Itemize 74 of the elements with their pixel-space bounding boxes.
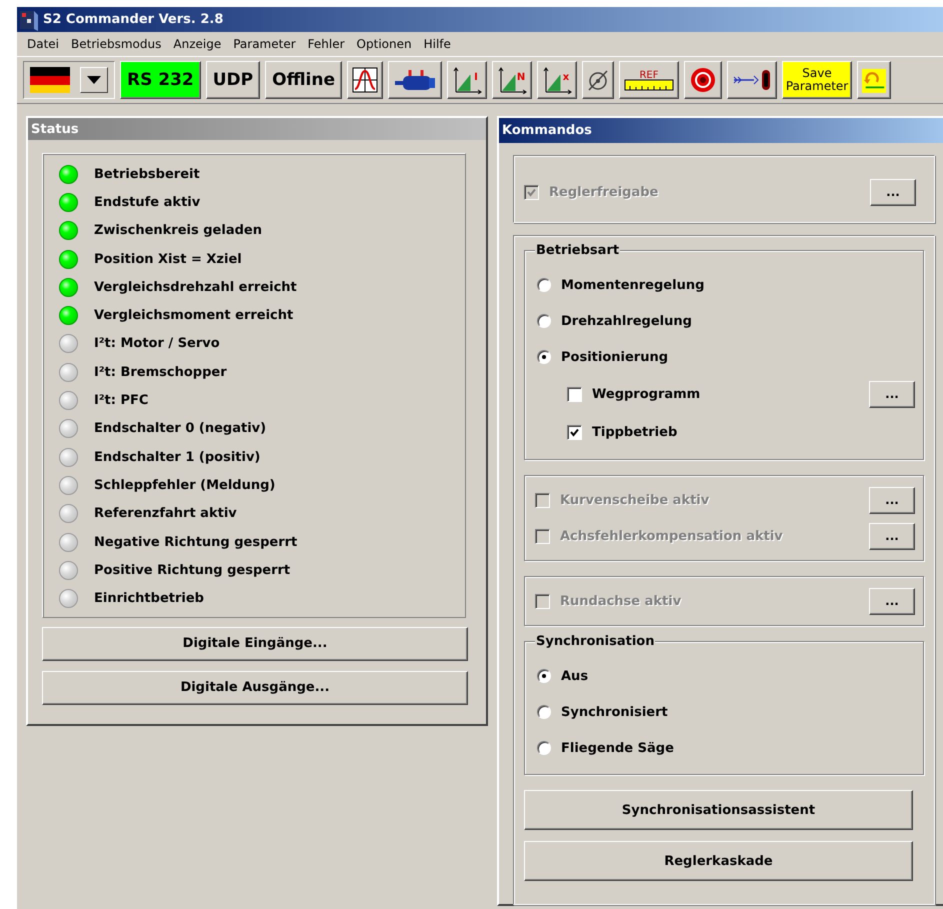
toolbar-button[interactable] xyxy=(388,61,442,99)
checkbox-label: Wegprogramm xyxy=(592,386,700,402)
toolbar-button[interactable]: UDP xyxy=(206,61,260,99)
menu-item[interactable]: Datei xyxy=(21,37,66,51)
status-label: Vergleichsmoment erreicht xyxy=(94,308,294,324)
radio-label: Momentenregelung xyxy=(561,278,704,292)
radio-label: Drehzahlregelung xyxy=(561,314,692,328)
radio-button[interactable] xyxy=(537,278,551,292)
toolbar-button[interactable] xyxy=(347,61,384,99)
toolbar-button[interactable]: RS 232 xyxy=(120,61,201,99)
status-label: Referenzfahrt aktiv xyxy=(94,506,237,522)
status-label: I²t: Motor / Servo xyxy=(94,336,220,352)
menu-item[interactable]: Hilfe xyxy=(418,37,457,51)
menu-item[interactable]: Anzeige xyxy=(167,37,228,51)
status-label: Endschalter 1 (positiv) xyxy=(94,450,260,465)
radio-label: Synchronisiert xyxy=(561,704,668,720)
radio-button[interactable] xyxy=(537,741,551,755)
toolbar-button[interactable]: REF xyxy=(619,61,680,99)
menu-item[interactable]: Betriebsmodus xyxy=(65,37,168,51)
caret-icon xyxy=(87,76,101,84)
menu-item[interactable]: Optionen xyxy=(350,37,418,51)
oscilloscope-icon xyxy=(352,67,378,93)
checkbox-label: Kurvenscheibe aktiv xyxy=(560,492,710,508)
check-icon xyxy=(527,188,536,196)
dialog-button[interactable]: Reglerkaskade xyxy=(524,841,913,881)
check-icon xyxy=(570,428,579,436)
target-icon xyxy=(689,66,718,94)
checkbox-label: Rundachse aktiv xyxy=(560,594,682,608)
app-icon xyxy=(19,8,39,30)
radio-button[interactable] xyxy=(537,350,551,364)
toolbar-button[interactable]: Offline xyxy=(265,61,342,99)
gauge-icon xyxy=(587,69,610,91)
toolbar-button[interactable] xyxy=(684,61,722,99)
checkbox-label: Tippbetrieb xyxy=(592,424,678,440)
menu-item[interactable]: Fehler xyxy=(302,37,351,51)
menu-item[interactable]: Parameter xyxy=(227,37,302,51)
status-label: Position Xist = Xziel xyxy=(94,252,242,267)
radio-label: Positionierung xyxy=(561,350,668,364)
radio-label: Aus xyxy=(561,668,588,684)
checkbox-label: Achsfehlerkompensation aktiv xyxy=(560,528,783,544)
status-label: Betriebsbereit xyxy=(94,166,200,182)
radio-button[interactable] xyxy=(537,705,551,719)
status-label: I²t: PFC xyxy=(94,393,148,408)
toolbar-button[interactable] xyxy=(582,61,614,99)
toolbar-button[interactable] xyxy=(727,61,778,99)
dialog-button[interactable]: Digitale Eingänge... xyxy=(42,626,468,661)
status-label: Negative Richtung gesperrt xyxy=(94,534,298,550)
radio-button[interactable] xyxy=(537,314,551,328)
radio-button[interactable] xyxy=(537,669,551,683)
panel-title: Kommandos xyxy=(499,118,943,143)
status-label: Zwischenkreis geladen xyxy=(94,223,262,238)
group-title: Synchronisation xyxy=(535,634,656,649)
dialog-button[interactable]: Synchronisationsassistent xyxy=(524,790,913,830)
status-label: I²t: Bremschopper xyxy=(94,364,227,380)
window-title: S2 Commander Vers. 2.8 xyxy=(43,12,224,27)
arrow-to-wheel-icon xyxy=(732,68,772,92)
status-label: Vergleichsdrehzahl erreicht xyxy=(94,280,297,295)
status-label: Endschalter 0 (negativ) xyxy=(94,421,266,436)
checkbox-label: Reglerfreigabe xyxy=(549,184,658,200)
motor-icon xyxy=(393,67,438,93)
status-label: Positive Richtung gesperrt xyxy=(94,562,290,578)
panel-title: Status xyxy=(28,118,486,140)
radio-label: Fliegende Säge xyxy=(561,740,674,756)
flag-icon xyxy=(30,67,70,93)
dialog-button[interactable]: Digitale Ausgänge... xyxy=(42,670,468,705)
status-label: Endstufe aktiv xyxy=(94,194,200,210)
checkbox[interactable] xyxy=(567,386,582,402)
toolbar-button[interactable]: Save Parameter xyxy=(782,61,852,99)
checkbox[interactable] xyxy=(567,424,582,440)
toolbar-button[interactable] xyxy=(857,61,892,99)
status-label: Einrichtbetrieb xyxy=(94,591,204,606)
dropdown-button[interactable] xyxy=(80,67,108,93)
status-label: Schleppfehler (Meldung) xyxy=(94,478,276,493)
more-button[interactable]: ... xyxy=(869,380,915,408)
